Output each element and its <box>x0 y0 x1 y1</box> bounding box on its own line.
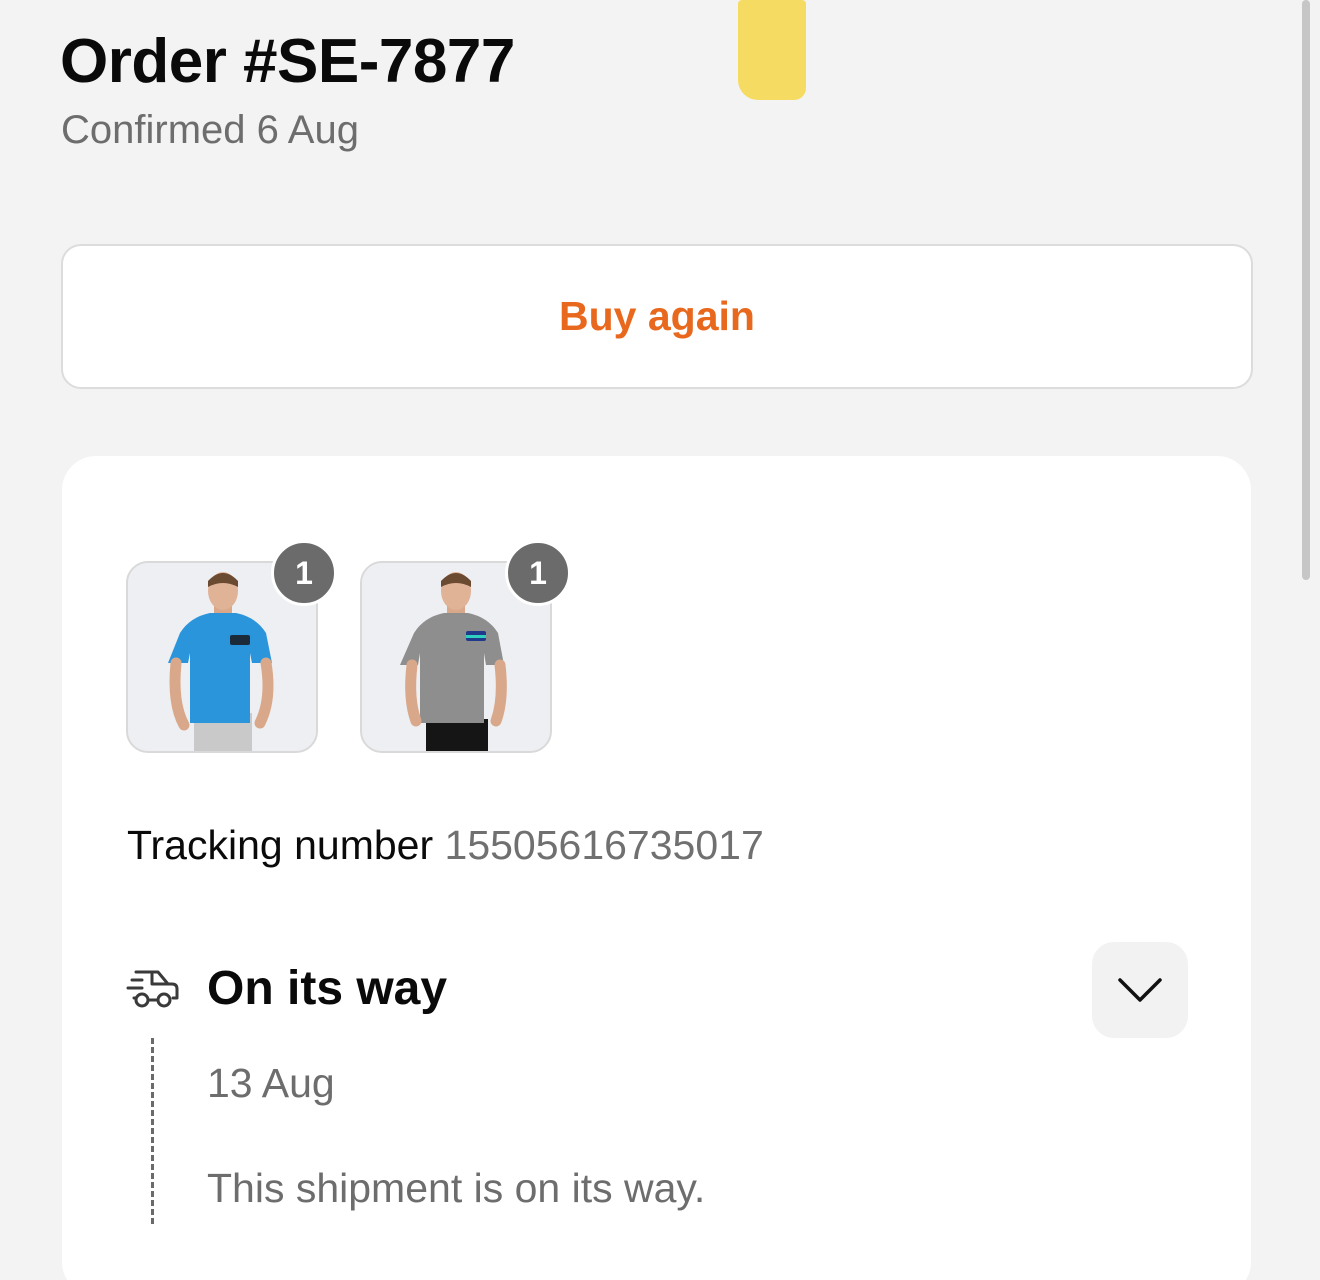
shipment-card: 1 1 Tracking number 15505616735017 On it… <box>62 456 1251 1280</box>
shipment-status-description: This shipment is on its way. <box>207 1165 706 1211</box>
scrollbar-thumb[interactable] <box>1302 0 1310 580</box>
timeline-connector <box>151 1038 154 1224</box>
shipment-status-title: On its way <box>207 962 448 1015</box>
tracking-row: Tracking number 15505616735017 <box>127 822 764 869</box>
buy-again-button[interactable]: Buy again <box>61 244 1253 389</box>
yellow-highlight-mark <box>738 0 806 100</box>
order-details-page: Order #SE-7877 Confirmed 6 Aug Buy again… <box>0 0 1320 1280</box>
chevron-down-icon <box>1118 978 1162 1002</box>
page-title: Order #SE-7877 <box>60 27 515 96</box>
quantity-badge: 1 <box>271 540 337 606</box>
expand-shipment-button[interactable] <box>1092 942 1188 1038</box>
tracking-number[interactable]: 15505616735017 <box>445 822 764 868</box>
tracking-label: Tracking number <box>127 822 434 868</box>
delivery-truck-icon <box>126 966 180 1017</box>
order-confirmed-date: Confirmed 6 Aug <box>61 108 359 152</box>
shipment-status-date: 13 Aug <box>207 1060 335 1106</box>
quantity-badge: 1 <box>505 540 571 606</box>
